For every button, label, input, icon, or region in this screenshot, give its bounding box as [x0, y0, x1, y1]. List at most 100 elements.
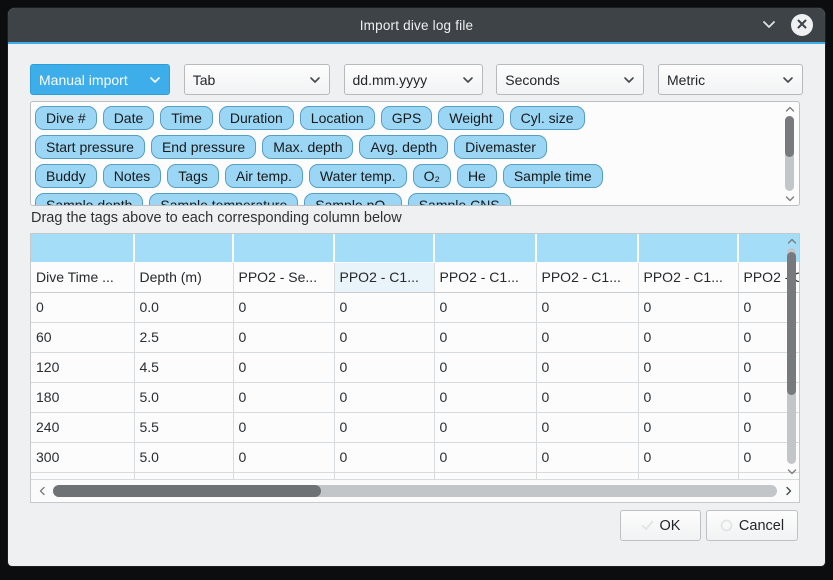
tag-cyl-size[interactable]: Cyl. size: [510, 106, 585, 130]
tag-divemaster[interactable]: Divemaster: [454, 135, 547, 159]
table-cell: 0: [334, 442, 434, 472]
table-cell: 0: [638, 352, 738, 382]
close-icon: [797, 16, 807, 34]
table-vertical-scrollbar[interactable]: [785, 236, 798, 476]
tag-row: Dive # Date Time Duration Location GPS W…: [35, 106, 779, 130]
tag-sample-cns[interactable]: Sample CNS: [408, 193, 511, 206]
cancel-button[interactable]: Cancel: [706, 510, 798, 541]
table-cell: 0: [434, 382, 536, 412]
shade-button[interactable]: [761, 17, 777, 33]
duration-format-select[interactable]: Seconds: [496, 64, 644, 95]
dropzone-cell[interactable]: [233, 234, 334, 262]
scrollbar-thumb[interactable]: [787, 252, 796, 395]
scrollbar-thumb[interactable]: [53, 485, 321, 497]
units-select[interactable]: Metric: [658, 64, 803, 95]
dropzone-cell[interactable]: [536, 234, 638, 262]
table-cell: 0: [31, 292, 134, 322]
tag-end-pressure[interactable]: End pressure: [151, 135, 256, 159]
date-format-select[interactable]: dd.mm.yyyy: [344, 64, 483, 95]
table-cell: 0: [536, 442, 638, 472]
accent-divider: [8, 42, 825, 44]
tags-scrollbar[interactable]: [783, 104, 796, 203]
tag-gps[interactable]: GPS: [381, 106, 433, 130]
tag-row: Start pressure End pressure Max. depth A…: [35, 135, 779, 159]
table-row: 0 0.0 0 0 0 0 0 0: [31, 292, 799, 322]
tag-air-temp[interactable]: Air temp.: [225, 164, 303, 188]
table-cell: 0: [536, 322, 638, 352]
tag-date[interactable]: Date: [103, 106, 155, 130]
table-viewport: Dive Time ... Depth (m) PPO2 - Se... PPO…: [31, 234, 799, 479]
titlebar[interactable]: Import dive log file: [8, 8, 825, 42]
tag-sample-temperature[interactable]: Sample temperature: [149, 193, 298, 206]
tag-notes[interactable]: Notes: [103, 164, 162, 188]
column-header: Depth (m): [134, 262, 233, 292]
tag-sample-time[interactable]: Sample time: [503, 164, 603, 188]
table-cell: 0: [334, 352, 434, 382]
tag-location[interactable]: Location: [300, 106, 375, 130]
scrollbar-track[interactable]: [53, 485, 777, 497]
scrollbar-track[interactable]: [785, 116, 794, 191]
chevron-down-icon: [309, 76, 321, 84]
separator-select[interactable]: Tab: [184, 64, 330, 95]
tag-avg-depth[interactable]: Avg. depth: [359, 135, 448, 159]
tag-buddy[interactable]: Buddy: [35, 164, 97, 188]
close-button[interactable]: [791, 14, 813, 36]
dropzone-cell[interactable]: [434, 234, 536, 262]
chevron-down-icon: [762, 16, 776, 34]
tag-max-depth[interactable]: Max. depth: [262, 135, 353, 159]
table-cell: 0: [233, 442, 334, 472]
tags-panel: Dive # Date Time Duration Location GPS W…: [30, 101, 800, 206]
tag-weight[interactable]: Weight: [438, 106, 503, 130]
tag-sample-depth[interactable]: Sample depth: [35, 193, 143, 206]
scroll-up-icon[interactable]: [787, 236, 797, 246]
scroll-up-icon[interactable]: [785, 104, 795, 114]
table-horizontal-scrollbar[interactable]: [31, 479, 799, 502]
tag-dive-number[interactable]: Dive #: [35, 106, 97, 130]
tag-o2[interactable]: O₂: [413, 164, 451, 188]
ok-button[interactable]: OK: [620, 510, 701, 541]
tag-start-pressure[interactable]: Start pressure: [35, 135, 145, 159]
tag-tags[interactable]: Tags: [167, 164, 219, 188]
scrollbar-track[interactable]: [787, 248, 796, 464]
scroll-left-icon[interactable]: [36, 486, 48, 496]
dropzone-cell[interactable]: [134, 234, 233, 262]
scrollbar-thumb[interactable]: [785, 116, 794, 157]
table-row: 240 5.5 0 0 0 0 0 0: [31, 412, 799, 442]
tag-duration[interactable]: Duration: [219, 106, 294, 130]
cancel-button-label: Cancel: [739, 518, 784, 534]
table-cell: 0: [638, 412, 738, 442]
import-dive-log-dialog: Import dive log file Manual import Tab: [8, 8, 825, 566]
column-header: PPO2 - C1...: [434, 262, 536, 292]
table-cell: 0: [536, 382, 638, 412]
table-cell: 0: [638, 322, 738, 352]
table-cell: 180: [31, 382, 134, 412]
table-cell: 0: [233, 322, 334, 352]
dropzone-row: [31, 234, 799, 262]
import-mode-select[interactable]: Manual import: [30, 64, 170, 95]
cancel-circle-icon: [720, 519, 733, 532]
header-row: Dive Time ... Depth (m) PPO2 - Se... PPO…: [31, 262, 799, 292]
column-header: PPO2 - C1...: [334, 262, 434, 292]
table-cell: 0: [434, 442, 536, 472]
tag-water-temp[interactable]: Water temp.: [309, 164, 407, 188]
dropzone-cell[interactable]: [638, 234, 738, 262]
scroll-down-icon[interactable]: [787, 466, 797, 476]
chevron-down-icon: [782, 76, 794, 84]
import-mode-value: Manual import: [39, 72, 143, 88]
scroll-down-icon[interactable]: [785, 193, 795, 203]
tag-sample-po2[interactable]: Sample pO₂: [304, 193, 401, 206]
table-cell: 0: [233, 382, 334, 412]
units-value: Metric: [667, 72, 776, 88]
dropzone-cell[interactable]: [334, 234, 434, 262]
dialog-title: Import dive log file: [360, 18, 474, 33]
table-cell: 5.5: [134, 412, 233, 442]
separator-value: Tab: [193, 72, 303, 88]
tag-time[interactable]: Time: [160, 106, 213, 130]
chevron-down-icon: [149, 76, 161, 84]
table-cell: 0: [536, 292, 638, 322]
dropzone-cell[interactable]: [31, 234, 134, 262]
scroll-right-icon[interactable]: [782, 486, 794, 496]
tag-row: Buddy Notes Tags Air temp. Water temp. O…: [35, 164, 779, 188]
table-cell: 0: [536, 352, 638, 382]
tag-he[interactable]: He: [457, 164, 497, 188]
